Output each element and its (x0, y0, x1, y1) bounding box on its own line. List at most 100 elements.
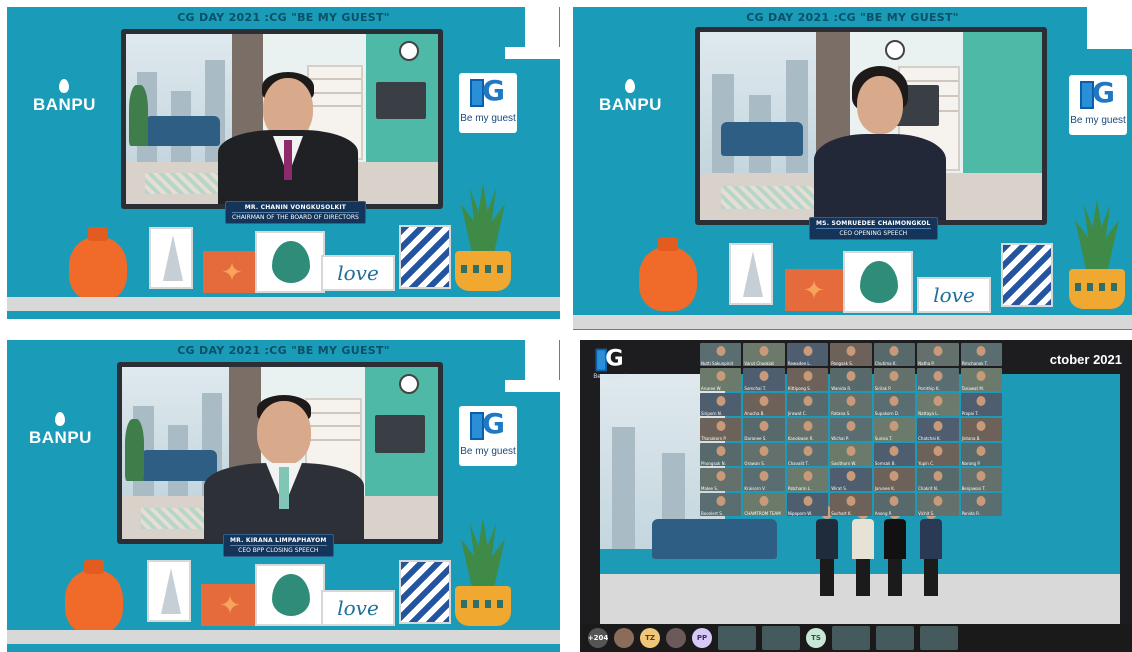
yellow-pot (455, 586, 511, 626)
participant-video[interactable] (718, 626, 756, 650)
participant-avatar[interactable]: PP (692, 628, 712, 648)
participant-tile[interactable]: Wirat S. (830, 468, 872, 491)
participant-tile[interactable]: Pornthip K. (917, 368, 959, 391)
participant-tile[interactable]: Somsak B. (873, 443, 916, 466)
clock-icon (885, 39, 906, 60)
participant-tile[interactable]: Pimchanok T. (960, 343, 1002, 366)
participant-tile[interactable]: Narong P. (960, 443, 1002, 466)
participant-name: Kittipong S. (787, 386, 811, 391)
participant-tile[interactable]: Nattaya L. (917, 393, 959, 416)
white-wall-block (1087, 7, 1132, 49)
participant-video[interactable] (762, 626, 800, 650)
participant-tile[interactable]: Chatchai K. (917, 418, 959, 441)
participant-count[interactable]: +204 (588, 628, 608, 648)
participant-tile[interactable]: Arunee W. (700, 368, 742, 391)
participant-avatar[interactable] (614, 628, 634, 648)
presenter (852, 506, 874, 596)
participant-tile[interactable]: Chavalit T. (786, 443, 829, 466)
participant-tile[interactable]: Wanida R. (830, 368, 872, 391)
floor-ledge (7, 630, 560, 644)
participant-name: Chavalit T. (787, 461, 809, 466)
participant-name: Benjawan T. (961, 486, 986, 491)
participant-name: Arunee W. (701, 386, 722, 391)
participant-tile[interactable]: Prapai T. (960, 393, 1002, 416)
participant-tile[interactable]: Panida R. (960, 493, 1002, 516)
participant-tile[interactable]: Nutti Sakunpinit (700, 343, 742, 366)
participant-tile[interactable]: Somchai T. (743, 368, 785, 391)
participant-tile[interactable]: Patcharin L. (786, 468, 829, 491)
participant-name: Sirilak P. (874, 386, 892, 391)
participant-tile[interactable]: Anong P. (873, 493, 916, 516)
participant-name: Ratana S. (831, 411, 851, 416)
zigzag-frame (1001, 243, 1053, 307)
participant-tile[interactable]: Rewadee L. (786, 343, 829, 366)
participant-name: Kraisorn V. (744, 486, 766, 491)
participant-avatar[interactable]: TZ (640, 628, 660, 648)
participant-tile[interactable]: Boonlert S. (700, 493, 742, 516)
collage: CG DAY 2021 :CG "BE MY GUEST" BANPU G Be… (0, 0, 1132, 652)
name-caption: MS. SOMRUEDEE CHAIMONGKOL CEO OPENING SP… (809, 217, 938, 240)
participant-tile[interactable]: Tanawat M. (960, 368, 1002, 391)
leaf-frame (843, 251, 913, 313)
participant-name: Vichit S. (918, 511, 935, 516)
participant-name: Phongsak N. (701, 461, 726, 466)
butterfly-icon: ✦ (203, 251, 261, 293)
participant-name: Sunisa T. (874, 436, 893, 441)
participant-tile[interactable]: Kraisorn V. (743, 468, 785, 491)
love-frame: love (321, 590, 395, 626)
event-title: CG DAY 2021 :CG "BE MY GUEST" (746, 11, 959, 24)
participant-name: Nutti Sakunpinit (701, 361, 734, 366)
participant-tile[interactable]: Orawan S. (743, 443, 785, 466)
participant-tile[interactable]: Daranee S. (743, 418, 785, 441)
participant-tile[interactable]: Malee S. (700, 468, 742, 491)
participant-tile[interactable]: Vichit S. (917, 493, 959, 516)
participant-tile[interactable]: Yupin C. (917, 443, 959, 466)
clock-icon (399, 373, 420, 394)
participant-name: Sasithorn W. (831, 461, 857, 466)
participant-video[interactable] (920, 626, 958, 650)
participant-tile[interactable]: Supakorn D. (873, 393, 916, 416)
participant-tile[interactable]: Sunisa T. (873, 418, 916, 441)
presenter (816, 506, 838, 596)
white-shelf (505, 47, 560, 59)
eiffel-frame (147, 560, 191, 622)
participant-tile[interactable]: Pongsak S. (830, 343, 872, 366)
panel-ceo-opening: CG DAY 2021 :CG "BE MY GUEST" BANPU G Be… (573, 7, 1132, 330)
participant-avatar[interactable]: TS (806, 628, 826, 648)
participant-tile[interactable]: Thanakorn P. (700, 418, 742, 441)
participant-tile[interactable]: Kanokwan R. (786, 418, 829, 441)
video-screen (695, 27, 1047, 225)
be-my-guest-logo: G Be my guest (459, 406, 517, 466)
participant-video[interactable] (876, 626, 914, 650)
participant-tile[interactable]: Jirawat C. (786, 393, 829, 416)
plant-icon (461, 183, 505, 253)
be-my-guest-logo: G Be my guest (1069, 75, 1127, 135)
participant-tile[interactable]: Phongsak N. (700, 443, 742, 466)
participant-name: Supakorn D. (874, 411, 900, 416)
participant-tile[interactable]: Wichai P. (830, 418, 872, 441)
participant-tile[interactable]: Chutima K. (873, 343, 916, 366)
participant-name: Jarunee K. (874, 486, 896, 491)
participant-tile[interactable]: Siriporn N. (700, 393, 742, 416)
participant-tile[interactable]: Sirilak P. (873, 368, 916, 391)
participant-name: Jintana B. (961, 436, 981, 441)
participant-video[interactable] (832, 626, 870, 650)
participant-avatar[interactable] (666, 628, 686, 648)
participant-tile[interactable]: Jintana B. (960, 418, 1002, 441)
participant-tile[interactable]: Chakrit N. (917, 468, 959, 491)
participant-tile[interactable]: Benjawan T. (960, 468, 1002, 491)
participant-tile[interactable]: Sasithorn W. (830, 443, 872, 466)
participant-tile[interactable]: Suchart K. (830, 493, 872, 516)
participant-tile[interactable]: Natha P. (917, 343, 959, 366)
participant-tile[interactable]: Ratana S. (830, 393, 872, 416)
participant-name: Natha P. (918, 361, 935, 366)
participant-tile[interactable]: Jarunee K. (873, 468, 916, 491)
participant-tile[interactable]: Anucha B. (743, 393, 785, 416)
participant-name: Suchart K. (831, 511, 852, 516)
participant-tile[interactable]: CHAMTROM TEAM (743, 493, 785, 516)
participant-tile[interactable]: Kittipong S. (786, 368, 829, 391)
flame-icon (59, 79, 70, 93)
participant-tile[interactable]: Varut Chookiat (743, 343, 785, 366)
participant-tile[interactable]: Nipaporn W. (786, 493, 829, 516)
participant-name: Varut Chookiat (744, 361, 774, 366)
